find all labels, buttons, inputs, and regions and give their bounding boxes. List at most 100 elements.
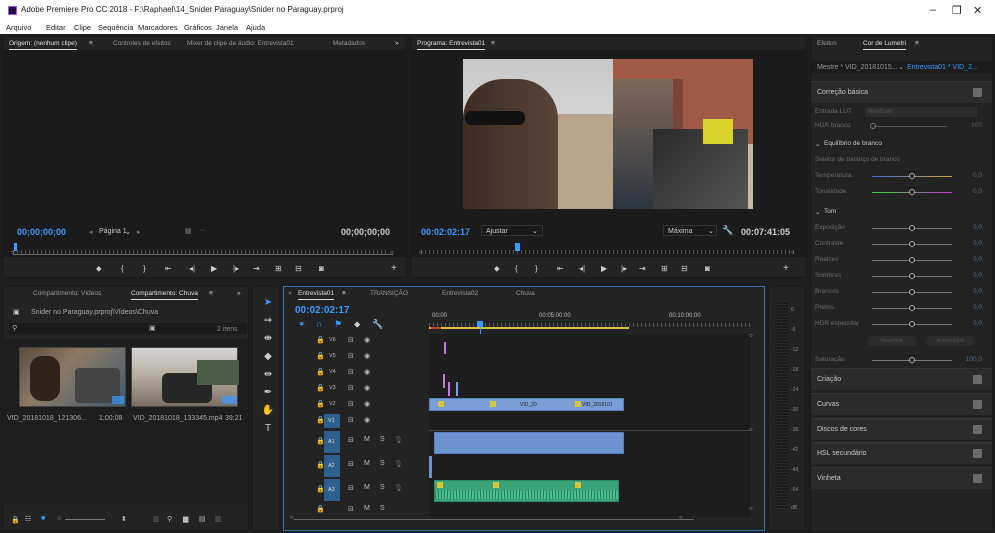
- find-icon[interactable]: ⚲: [167, 515, 172, 523]
- eye-icon[interactable]: ◉: [364, 368, 370, 376]
- step-forward-icon[interactable]: |▸: [233, 264, 239, 273]
- sync-lock-icon[interactable]: ⊟: [348, 505, 354, 513]
- eye-icon[interactable]: ◉: [364, 384, 370, 392]
- quality-dropdown[interactable]: Máxima ⌄: [663, 225, 717, 236]
- goto-in-icon[interactable]: ⇤: [557, 264, 564, 273]
- menu-janela[interactable]: Janela: [216, 23, 238, 32]
- basic-correction-header[interactable]: Correção básica: [811, 81, 992, 103]
- type-tool-icon[interactable]: T: [261, 423, 275, 437]
- play-icon[interactable]: ▶: [211, 264, 217, 273]
- white-balance-header[interactable]: ⌄ Equilíbrio de branco: [815, 137, 986, 151]
- scroll-handle-icon[interactable]: ○: [749, 427, 753, 433]
- tab-bin-chuva[interactable]: Compartimento: Chuva: [131, 290, 198, 300]
- menu-graficos[interactable]: Gráficos: [184, 23, 212, 32]
- reset-button[interactable]: Redefinir: [867, 336, 917, 346]
- lock-icon[interactable]: 🔒: [316, 352, 325, 360]
- exposure-slider[interactable]: [909, 225, 915, 231]
- menu-icon[interactable]: ≡: [209, 290, 213, 297]
- sync-lock-icon[interactable]: ⊟: [348, 400, 354, 408]
- color-wheels-checkbox[interactable]: [973, 425, 982, 434]
- lock-icon[interactable]: 🔒: [316, 400, 325, 408]
- overwrite-icon[interactable]: ⊟: [295, 264, 302, 273]
- tab-sequence-entrevista01[interactable]: Entrevista01: [298, 290, 335, 300]
- search-input[interactable]: ⚲: [9, 323, 247, 334]
- track-label[interactable]: V1: [324, 414, 340, 428]
- fit-dropdown[interactable]: Ajustar ⌄: [481, 225, 543, 236]
- hsl-secondary-checkbox[interactable]: [973, 449, 982, 458]
- scroll-handle-right-icon[interactable]: ○: [679, 515, 683, 521]
- scroll-handle-left-icon[interactable]: ○: [290, 515, 294, 521]
- video-clip[interactable]: [443, 374, 445, 388]
- menu-clipe[interactable]: Clipe: [74, 23, 91, 32]
- whites-value[interactable]: 0,0: [973, 288, 982, 295]
- camera-icon[interactable]: ◙: [705, 264, 710, 273]
- scroll-handle-icon[interactable]: ○: [749, 506, 753, 512]
- lock-icon[interactable]: 🔒: [11, 516, 20, 524]
- new-item-icon[interactable]: ▤: [199, 515, 206, 523]
- track-label[interactable]: A1: [324, 431, 340, 453]
- step-back-icon[interactable]: ◂|: [579, 264, 585, 273]
- page-select[interactable]: Página 1: [99, 228, 127, 235]
- scroll-handle-right-icon[interactable]: ○: [390, 250, 394, 256]
- add-button-icon[interactable]: +: [391, 263, 397, 274]
- contrast-slider[interactable]: [909, 241, 915, 247]
- sync-lock-icon[interactable]: ⊟: [348, 368, 354, 376]
- eye-icon[interactable]: ◉: [364, 416, 370, 424]
- highlights-slider[interactable]: [909, 257, 915, 263]
- scroll-handle-left-icon[interactable]: ○: [11, 250, 15, 256]
- whites-slider[interactable]: [909, 289, 915, 295]
- more-tabs-icon[interactable]: »: [237, 290, 241, 297]
- automate-icon[interactable]: ▥: [153, 515, 160, 523]
- razor-tool-icon[interactable]: ◆: [261, 351, 275, 365]
- sync-lock-icon[interactable]: ⊟: [348, 416, 354, 424]
- sync-lock-icon[interactable]: ⊟: [348, 336, 354, 344]
- tint-slider[interactable]: [909, 189, 915, 195]
- camera-icon[interactable]: ◙: [319, 264, 324, 273]
- zoom-handle-icon[interactable]: ○: [57, 515, 61, 522]
- clip-name[interactable]: VID_20181018_133345.mp4: [133, 415, 223, 422]
- wb-selector-row[interactable]: Seletor de balanço de branco: [815, 153, 986, 167]
- close-button[interactable]: ✕: [973, 4, 982, 17]
- timeline-timecode[interactable]: 00:02:02:17: [295, 305, 349, 316]
- eye-icon[interactable]: ◉: [364, 400, 370, 408]
- program-timecode[interactable]: 00:02:02:17: [421, 227, 470, 237]
- menu-icon[interactable]: ≡: [89, 40, 93, 47]
- vignette-checkbox[interactable]: [973, 474, 982, 483]
- selection-tool-icon[interactable]: ➤: [261, 297, 275, 311]
- slip-tool-icon[interactable]: ⇹: [261, 369, 275, 383]
- source-timecode[interactable]: 00;00;00;00: [17, 227, 66, 237]
- lift-icon[interactable]: ⊞: [661, 264, 668, 273]
- mark-in-icon[interactable]: {: [515, 264, 518, 273]
- step-forward-icon[interactable]: |▸: [621, 264, 627, 273]
- marker-icon[interactable]: ⬥: [494, 264, 500, 274]
- lock-icon[interactable]: 🔒: [316, 384, 325, 392]
- hsl-secondary-header[interactable]: HSL secundário: [811, 442, 992, 464]
- add-edit-icon[interactable]: ⚑: [334, 319, 342, 330]
- scroll-handle-right-icon[interactable]: ○: [791, 250, 795, 256]
- hdr-white-value[interactable]: 100: [971, 122, 982, 129]
- work-area-bar[interactable]: [429, 327, 629, 329]
- linked-selection-icon[interactable]: ∩: [316, 319, 322, 329]
- track-label[interactable]: A3: [324, 479, 340, 501]
- goto-in-icon[interactable]: ⇤: [165, 264, 172, 273]
- audio-clip[interactable]: [434, 432, 624, 454]
- blacks-slider[interactable]: [909, 305, 915, 311]
- goto-out-icon[interactable]: ⇥: [639, 264, 646, 273]
- menu-sequencia[interactable]: Sequência: [98, 23, 133, 32]
- sync-lock-icon[interactable]: ⊟: [348, 436, 354, 444]
- temperature-value[interactable]: 0,0: [973, 172, 982, 179]
- sync-lock-icon[interactable]: ⊟: [348, 384, 354, 392]
- sequence-clip-label[interactable]: Entrevista01 * VID_2...: [907, 64, 978, 71]
- track-label[interactable]: A2: [324, 455, 340, 477]
- sync-lock-icon[interactable]: ⊟: [348, 352, 354, 360]
- shadows-value[interactable]: 0,0: [973, 272, 982, 279]
- program-ruler[interactable]: [421, 250, 796, 254]
- program-playhead[interactable]: [515, 243, 520, 251]
- shadows-slider[interactable]: [909, 273, 915, 279]
- sync-lock-icon[interactable]: ⊟: [348, 460, 354, 468]
- tab-metadata[interactable]: Metadados: [333, 40, 365, 47]
- mic-icon[interactable]: 🎙: [394, 484, 403, 492]
- audio-clip[interactable]: [429, 456, 432, 478]
- menu-editar[interactable]: Editar: [46, 23, 66, 32]
- lock-icon[interactable]: 🔒: [316, 336, 325, 344]
